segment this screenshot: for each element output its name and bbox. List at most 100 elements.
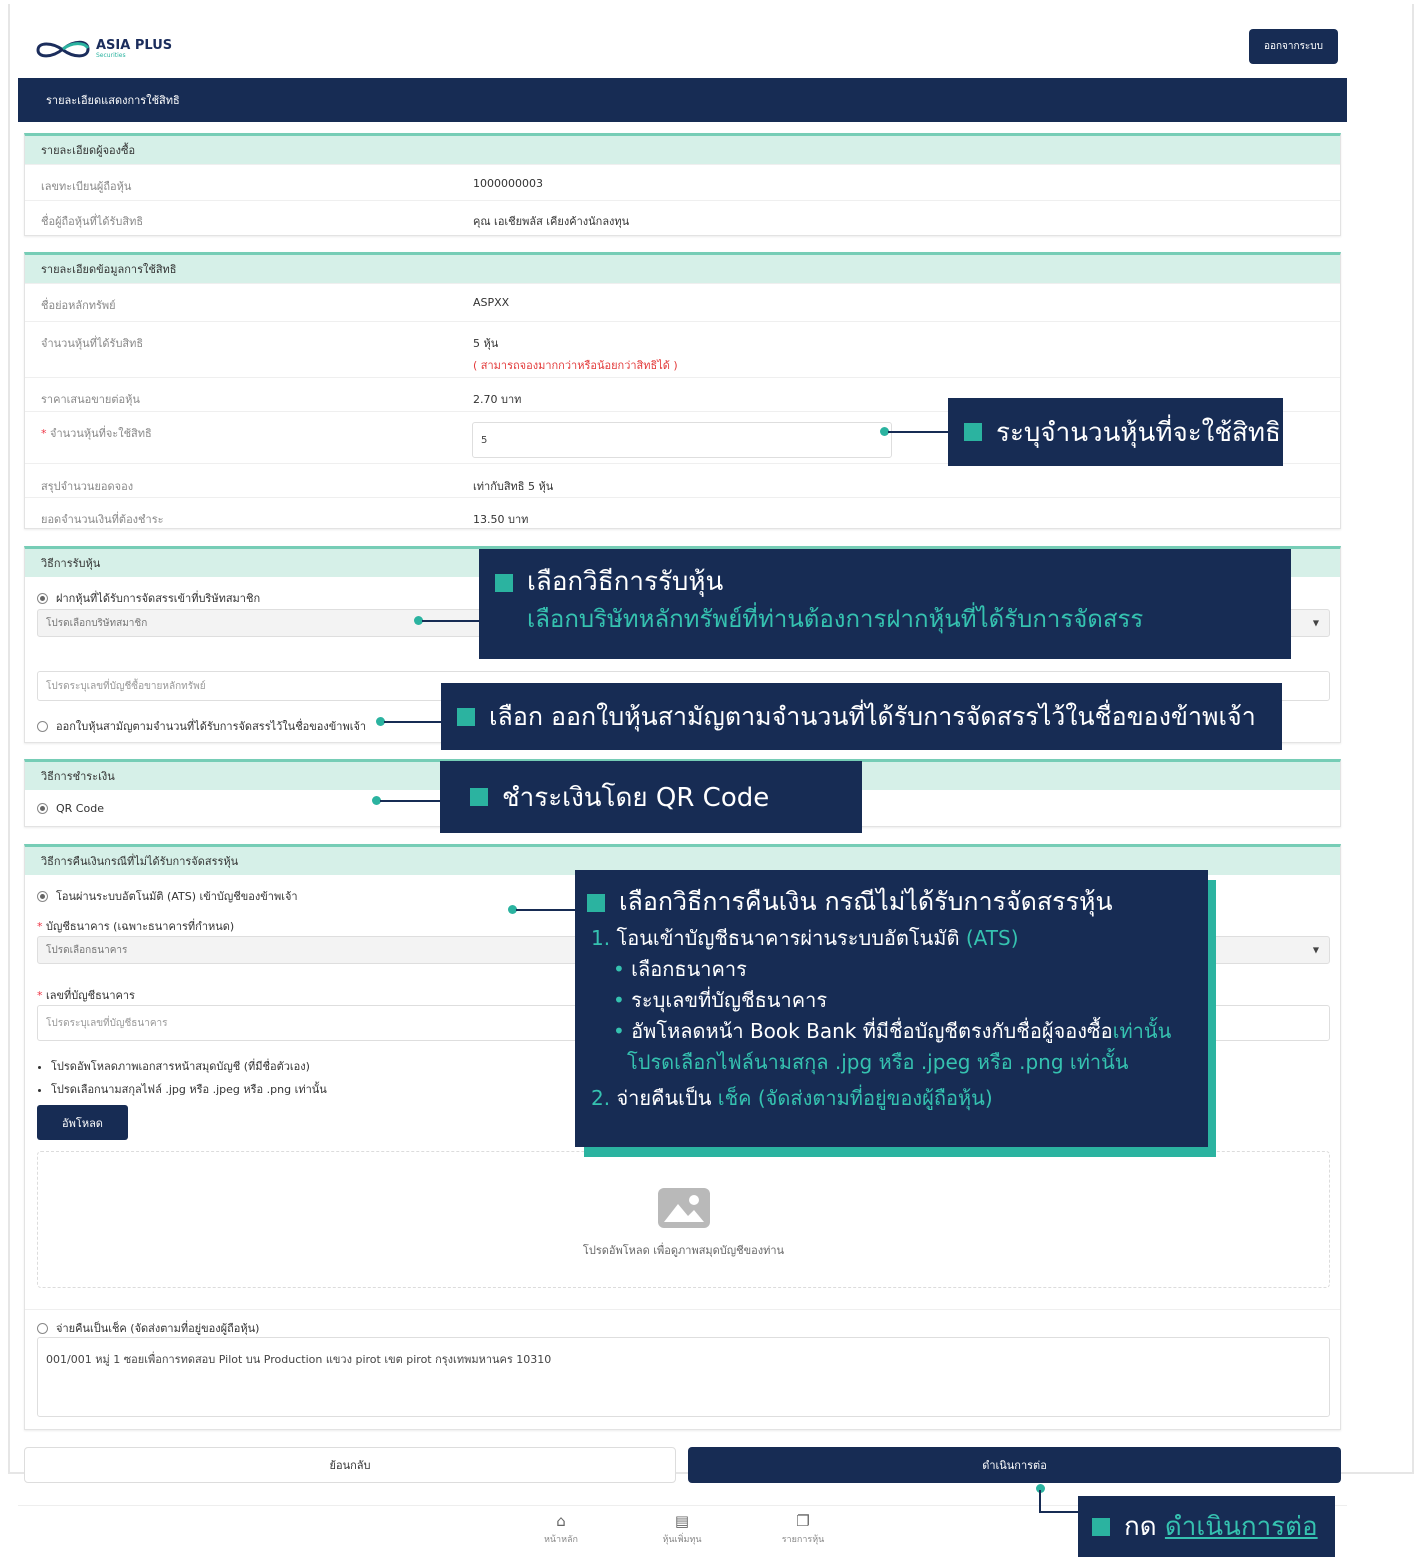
callout-exercise-quantity: ระบุจำนวนหุ้นที่จะใช้สิทธิ	[948, 398, 1283, 466]
summary-value: เท่ากับสิทธิ 5 หุ้น	[473, 480, 554, 493]
callout-bullet-line2: โปรดเลือกไฟล์นามสกุล .jpg หรือ .jpeg หรื…	[627, 1050, 1129, 1074]
callout-number: 2.	[591, 1086, 611, 1110]
holder-name-value: คุณ เอเชียพลัส เคียงค้างนักลงทุน	[473, 215, 630, 228]
payment-option-qr-label: QR Code	[56, 802, 104, 815]
callout-square-icon	[457, 707, 475, 726]
symbol-value: ASPXX	[473, 296, 510, 309]
list-item: โปรดเลือกนามสกุลไฟล์ .jpg หรือ .jpeg หรื…	[51, 1078, 327, 1101]
receive-option-broker-label: ฝากหุ้นที่ได้รับการจัดสรรเข้าที่บริษัทสม…	[56, 592, 261, 605]
callout-leader	[1039, 1511, 1079, 1513]
bank-label-text: บัญชีธนาคาร (เฉพาะธนาคารที่กำหนด)	[46, 920, 235, 933]
amount-value: 13.50 บาท	[473, 513, 529, 526]
entitled-label: จำนวนหุ้นที่ได้รับสิทธิ	[41, 337, 144, 350]
callout-text: ระบุจำนวนหุ้นที่จะใช้สิทธิ	[996, 417, 1281, 448]
callout-line-2: 2. จ่ายคืนเป็น เช็ค (จัดส่งตามที่อยู่ของ…	[587, 1078, 1208, 1118]
callout-leader	[422, 620, 480, 622]
radio-cheque[interactable]	[37, 1322, 48, 1334]
bank-account-label-text: เลขที่บัญชีธนาคาร	[46, 989, 135, 1002]
radio-broker[interactable]	[37, 592, 48, 604]
callout-title: เลือกวิธีการรับหุ้น	[495, 563, 1291, 601]
divider	[25, 1309, 1340, 1310]
rights-card: รายละเอียดข้อมูลการใช้สิทธิ ชื่อย่อหลักท…	[24, 252, 1341, 529]
callout-number: 1.	[591, 926, 611, 950]
broker-select-placeholder: โปรดเลือกบริษัทสมาชิก	[46, 617, 148, 629]
callout-text: เลือก ออกใบหุ้นสามัญตามจำนวนที่ได้รับการ…	[489, 701, 1256, 731]
nav-home[interactable]: ⌂ หน้าหลัก	[521, 1512, 601, 1546]
back-button[interactable]: ย้อนกลับ	[24, 1447, 676, 1483]
logout-button[interactable]: ออกจากระบบ	[1249, 29, 1338, 64]
receive-option-certificate[interactable]: ออกใบหุ้นสามัญตามจำนวนที่ได้รับการจัดสรร…	[37, 717, 366, 735]
registration-value: 1000000003	[473, 177, 543, 190]
nav-share-list-label: รายการหุ้น	[781, 1535, 825, 1545]
list-item: โปรดอัพโหลดภาพเอกสารหน้าสมุดบัญชี (ที่มี…	[51, 1055, 327, 1078]
nav-capital-increase-label: หุ้นเพิ่มทุน	[662, 1535, 702, 1545]
amount-label: ยอดจำนวนเงินที่ต้องชำระ	[41, 513, 164, 526]
upload-button[interactable]: อัพโหลด	[37, 1105, 128, 1140]
summary-row: สรุปจำนวนยอดจอง เท่ากับสิทธิ 5 หุ้น	[25, 463, 1340, 497]
callout-square-icon	[964, 423, 982, 441]
required-mark: *	[37, 989, 43, 1002]
symbol-row: ชื่อย่อหลักทรัพย์ ASPXX	[25, 283, 1340, 321]
callout-leader	[888, 431, 948, 433]
subscriber-card: รายละเอียดผู้จองซื้อ เลขทะเบียนผู้ถือหุ้…	[24, 133, 1341, 236]
home-icon: ⌂	[556, 1512, 566, 1530]
upload-instructions: โปรดอัพโหลดภาพเอกสารหน้าสมุดบัญชี (ที่มี…	[37, 1055, 327, 1101]
logo-subtext: Securities	[96, 51, 126, 59]
rights-card-title: รายละเอียดข้อมูลการใช้สิทธิ	[25, 255, 1340, 283]
callout-leader	[380, 800, 440, 802]
radio-certificate[interactable]	[37, 720, 48, 732]
logo-text: ASIA PLUS	[96, 37, 173, 53]
asia-plus-logo: ASIA PLUS Securities	[34, 34, 184, 64]
payment-option-qr[interactable]: QR Code	[37, 802, 104, 815]
bank-account-label: * เลขที่บัญชีธนาคาร	[37, 986, 135, 1004]
refund-option-ats[interactable]: โอนผ่านระบบอัตโนมัติ (ATS) เข้าบัญชีของข…	[37, 887, 298, 905]
exercise-label: * จำนวนหุ้นที่จะใช้สิทธิ	[41, 424, 152, 442]
callout-refund-method: เลือกวิธีการคืนเงิน กรณีไม่ได้รับการจัดส…	[575, 870, 1208, 1147]
required-mark: *	[37, 920, 43, 933]
subscriber-card-title: รายละเอียดผู้จองซื้อ	[25, 136, 1340, 164]
bank-label: * บัญชีธนาคาร (เฉพาะธนาคารที่กำหนด)	[37, 917, 234, 935]
required-mark: *	[41, 427, 47, 440]
callout-bullet: • เลือกธนาคาร	[613, 957, 747, 981]
chevron-down-icon: ▼	[1312, 618, 1319, 628]
continue-button[interactable]: ดำเนินการต่อ	[688, 1447, 1341, 1483]
callout-subtitle: เลือกบริษัทหลักทรัพย์ที่ท่านต้องการฝากหุ…	[527, 605, 1144, 633]
refund-option-ats-label: โอนผ่านระบบอัตโนมัติ (ATS) เข้าบัญชีของข…	[56, 890, 298, 903]
holder-name-row: ชื่อผู้ถือหุ้นที่ได้รับสิทธิ คุณ เอเชียพ…	[25, 200, 1340, 236]
refund-option-cheque-label: จ่ายคืนเป็นเช็ค (จัดส่งตามที่อยู่ของผู้ถ…	[56, 1322, 260, 1335]
dropzone-text: โปรดอัพโหลด เพื่อดูภาพสมุดบัญชีของท่าน	[582, 1244, 785, 1257]
callout-square-icon	[587, 894, 605, 912]
exercise-quantity-input[interactable]: 5	[472, 422, 892, 458]
symbol-label: ชื่อย่อหลักทรัพย์	[41, 299, 116, 312]
receive-option-broker[interactable]: ฝากหุ้นที่ได้รับการจัดสรรเข้าที่บริษัทสม…	[37, 589, 260, 607]
callout-square-icon	[470, 788, 488, 806]
nav-home-label: หน้าหลัก	[543, 1535, 579, 1545]
image-placeholder-icon	[658, 1188, 710, 1228]
callout-leader	[1039, 1490, 1041, 1512]
upload-dropzone[interactable]: โปรดอัพโหลด เพื่อดูภาพสมุดบัญชีของท่าน	[37, 1151, 1330, 1288]
bank-select-placeholder: โปรดเลือกธนาคาร	[46, 944, 128, 956]
radio-ats[interactable]	[37, 890, 48, 902]
list-icon: ❐	[796, 1512, 810, 1530]
callout-leader	[384, 721, 442, 723]
callout-line-1: 1. โอนเข้าบัญชีธนาคารผ่านระบบอัตโนมัติ (…	[587, 922, 1208, 954]
callout-square-icon	[1092, 1517, 1110, 1536]
callout-qr-payment: ชำระเงินโดย QR Code	[440, 761, 862, 833]
callout-bullet: • ระบุเลขที่บัญชีธนาคาร	[613, 988, 828, 1012]
callout-leader	[516, 909, 576, 911]
callout-certificate-option: เลือก ออกใบหุ้นสามัญตามจำนวนที่ได้รับการ…	[441, 683, 1282, 750]
holder-name-label: ชื่อผู้ถือหุ้นที่ได้รับสิทธิ	[41, 215, 144, 228]
refund-option-cheque[interactable]: จ่ายคืนเป็นเช็ค (จัดส่งตามที่อยู่ของผู้ถ…	[37, 1319, 259, 1337]
summary-label: สรุปจำนวนยอดจอง	[41, 480, 134, 493]
callout-bullet-text: อัพโหลดหน้า Book Bank ที่มีชื่อบัญชีตรงก…	[631, 1019, 1113, 1043]
callout-highlight: เช็ค (จัดส่งตามที่อยู่ของผู้ถือหุ้น)	[717, 1086, 993, 1110]
registration-row: เลขทะเบียนผู้ถือหุ้น 1000000003	[25, 164, 1340, 200]
document-icon: ▤	[674, 1512, 690, 1530]
entitled-note: ( สามารถจองมากกว่าหรือน้อยกว่าสิทธิได้ )	[473, 359, 678, 372]
nav-share-list[interactable]: ❐ รายการหุ้น	[763, 1512, 843, 1546]
callout-continue: กด ดำเนินการต่อ	[1078, 1496, 1335, 1557]
radio-qr[interactable]	[37, 803, 48, 814]
nav-capital-increase[interactable]: ▤ หุ้นเพิ่มทุน	[642, 1512, 722, 1546]
cheque-address-textarea[interactable]: 001/001 หมู่ 1 ซอยเพื่อการทดสอบ Pilot บน…	[37, 1337, 1330, 1417]
callout-bullet: • อัพโหลดหน้า Book Bank ที่มีชื่อบัญชีตร…	[613, 1019, 1172, 1043]
